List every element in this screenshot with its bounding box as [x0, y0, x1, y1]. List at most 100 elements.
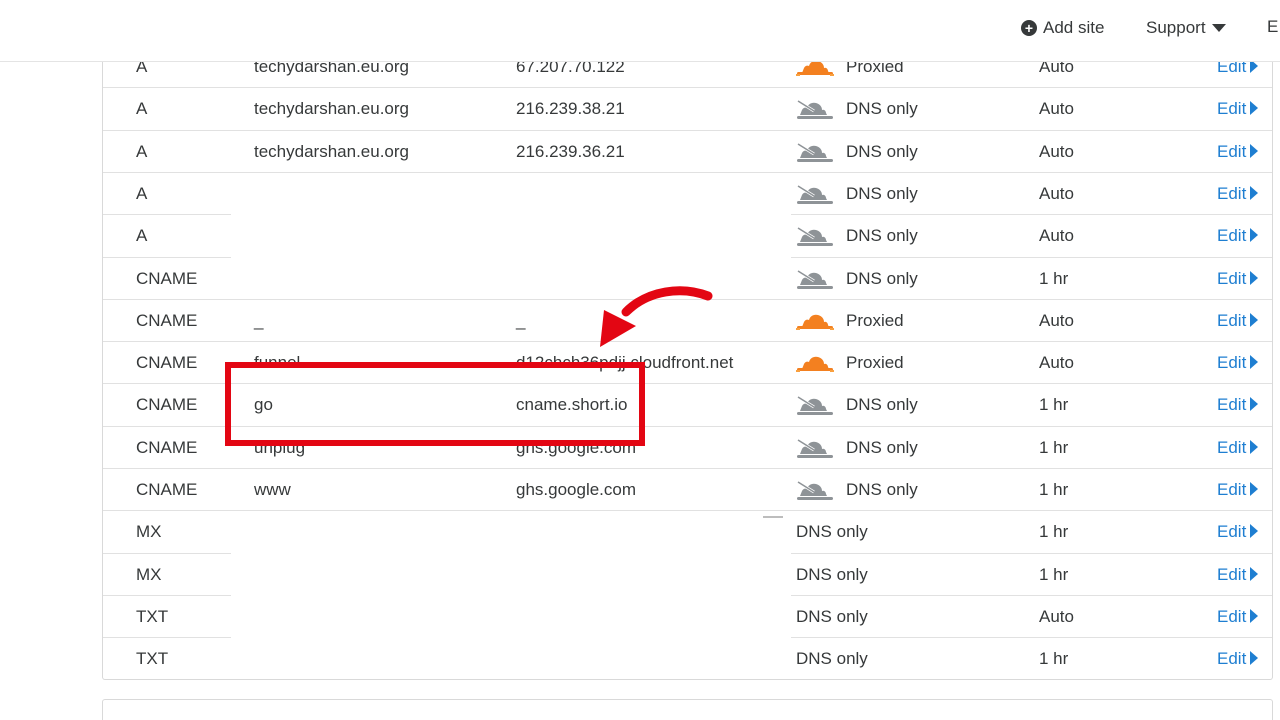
record-ttl: Auto	[1039, 99, 1074, 119]
edit-link[interactable]: Edit	[1217, 215, 1259, 257]
dns-only-cloud-icon	[797, 269, 833, 289]
plus-circle-icon: +	[1021, 20, 1037, 36]
proxy-status: DNS only	[796, 88, 918, 130]
edit-label: Edit	[1217, 480, 1247, 499]
proxy-status-label: Proxied	[846, 310, 904, 330]
dns-record-row[interactable]: TXT DNS only 1 hr Edit	[103, 638, 1272, 680]
dns-only-cloud-icon	[797, 396, 833, 416]
dns-record-row[interactable]: Atechydarshan.eu.org 216.239.36.21 DNS onl…	[103, 131, 1272, 173]
proxy-status-label: Proxied	[846, 353, 904, 373]
caret-right-icon	[1250, 566, 1259, 581]
proxy-status: DNS only	[796, 511, 868, 553]
edit-link[interactable]: Edit	[1217, 511, 1259, 553]
caret-right-icon	[1250, 312, 1259, 327]
record-content: 216.239.36.21	[516, 141, 625, 161]
record-ttl: Auto	[1039, 226, 1074, 246]
dns-record-row[interactable]: A DNS only Auto Edit	[103, 215, 1272, 257]
edit-label: Edit	[1217, 183, 1247, 203]
caret-right-icon	[1250, 651, 1259, 666]
record-content: 216.239.38.21	[516, 99, 625, 119]
proxy-status: Proxied	[796, 342, 904, 384]
proxy-status: DNS only	[796, 384, 918, 426]
dns-only-cloud-icon	[797, 438, 833, 458]
dns-record-row[interactable]: MX DNS only 1 hr Edit	[103, 511, 1272, 553]
edit-label: Edit	[1217, 522, 1247, 542]
proxy-status: DNS only	[796, 258, 918, 300]
edit-link[interactable]: Edit	[1217, 469, 1259, 511]
caret-right-icon	[1250, 228, 1259, 243]
record-type: CNAME	[136, 353, 198, 373]
record-ttl: 1 hr	[1039, 480, 1069, 499]
record-name: _	[254, 310, 264, 330]
dns-only-cloud-icon	[797, 142, 833, 162]
proxy-status: DNS only	[796, 215, 918, 257]
record-ttl: Auto	[1039, 141, 1074, 161]
caret-right-icon	[1250, 482, 1259, 496]
proxy-status: DNS only	[796, 638, 868, 680]
record-content: ghs.google.com	[516, 480, 637, 499]
next-section-card	[102, 699, 1273, 720]
proxy-status-label: DNS only	[846, 141, 918, 161]
record-ttl: 1 hr	[1039, 649, 1069, 669]
caret-right-icon	[1250, 185, 1259, 200]
record-type: A	[136, 141, 148, 161]
proxy-status: DNS only	[796, 131, 918, 173]
edit-link[interactable]: Edit	[1217, 427, 1259, 469]
red-arrow-icon	[600, 286, 713, 347]
record-type: CNAME	[136, 268, 198, 288]
dns-record-row[interactable]: A DNS only Auto Edit	[103, 173, 1272, 215]
edit-link[interactable]: Edit	[1217, 173, 1259, 215]
record-type: MX	[136, 522, 162, 542]
edit-link[interactable]: Edit	[1217, 131, 1259, 173]
edit-label: Edit	[1217, 99, 1247, 119]
record-ttl: Auto	[1039, 310, 1074, 330]
caret-right-icon	[1250, 270, 1259, 285]
record-type: A	[136, 99, 148, 119]
proxy-status-label: DNS only	[846, 268, 918, 288]
caret-right-icon	[1250, 524, 1259, 539]
edit-label: Edit	[1217, 268, 1247, 288]
edit-label: Edit	[1217, 437, 1247, 457]
proxy-status-label: DNS only	[846, 480, 918, 499]
proxy-status-label: DNS only	[846, 183, 918, 203]
edit-label: Edit	[1217, 310, 1247, 330]
proxy-status-label: DNS only	[796, 564, 868, 584]
edit-link[interactable]: Edit	[1217, 638, 1259, 680]
edit-link[interactable]: Edit	[1217, 554, 1259, 596]
caret-right-icon	[1250, 101, 1259, 116]
top-navigation: + Add site Support E	[0, 0, 1280, 62]
edit-link[interactable]: Edit	[1217, 342, 1259, 384]
record-content: _	[516, 310, 526, 330]
caret-right-icon	[1250, 397, 1259, 412]
proxy-status-label: DNS only	[846, 437, 918, 457]
edit-label: Edit	[1217, 141, 1247, 161]
dns-record-row[interactable]: CNAME www ghs.google.com DNS only 1 hr Edit	[103, 469, 1272, 511]
proxied-cloud-icon	[796, 356, 834, 373]
edit-link[interactable]: Edit	[1217, 596, 1259, 638]
dns-record-row[interactable]: MX DNS only 1 hr Edit	[103, 554, 1272, 596]
dns-record-row[interactable]: Atechydarshan.eu.org 216.239.38.21 DNS onl…	[103, 88, 1272, 130]
caret-down-icon	[1211, 24, 1226, 32]
edit-label: Edit	[1217, 226, 1247, 246]
record-ttl: Auto	[1039, 183, 1074, 203]
dns-only-cloud-icon	[797, 184, 833, 204]
proxy-status-label: DNS only	[846, 226, 918, 246]
edit-link[interactable]: Edit	[1217, 88, 1259, 130]
account-menu[interactable]: E	[1267, 17, 1278, 39]
proxy-status: DNS only	[796, 469, 918, 511]
dns-only-cloud-icon	[797, 100, 833, 120]
proxy-status: DNS only	[796, 554, 868, 596]
edit-label: Edit	[1217, 353, 1247, 373]
record-name: www	[254, 480, 291, 499]
record-name: techydarshan.eu.org	[254, 141, 409, 161]
dns-record-row[interactable]: TXT DNS only Auto Edit	[103, 596, 1272, 638]
add-site-button[interactable]: + Add site	[1021, 17, 1104, 39]
highlight-box	[225, 362, 645, 446]
proxy-status: Proxied	[796, 300, 904, 342]
record-type: MX	[136, 564, 162, 584]
edit-link[interactable]: Edit	[1217, 300, 1259, 342]
edit-link[interactable]: Edit	[1217, 258, 1259, 300]
support-menu[interactable]: Support	[1146, 17, 1226, 39]
caret-right-icon	[1250, 439, 1259, 454]
edit-link[interactable]: Edit	[1217, 384, 1259, 426]
